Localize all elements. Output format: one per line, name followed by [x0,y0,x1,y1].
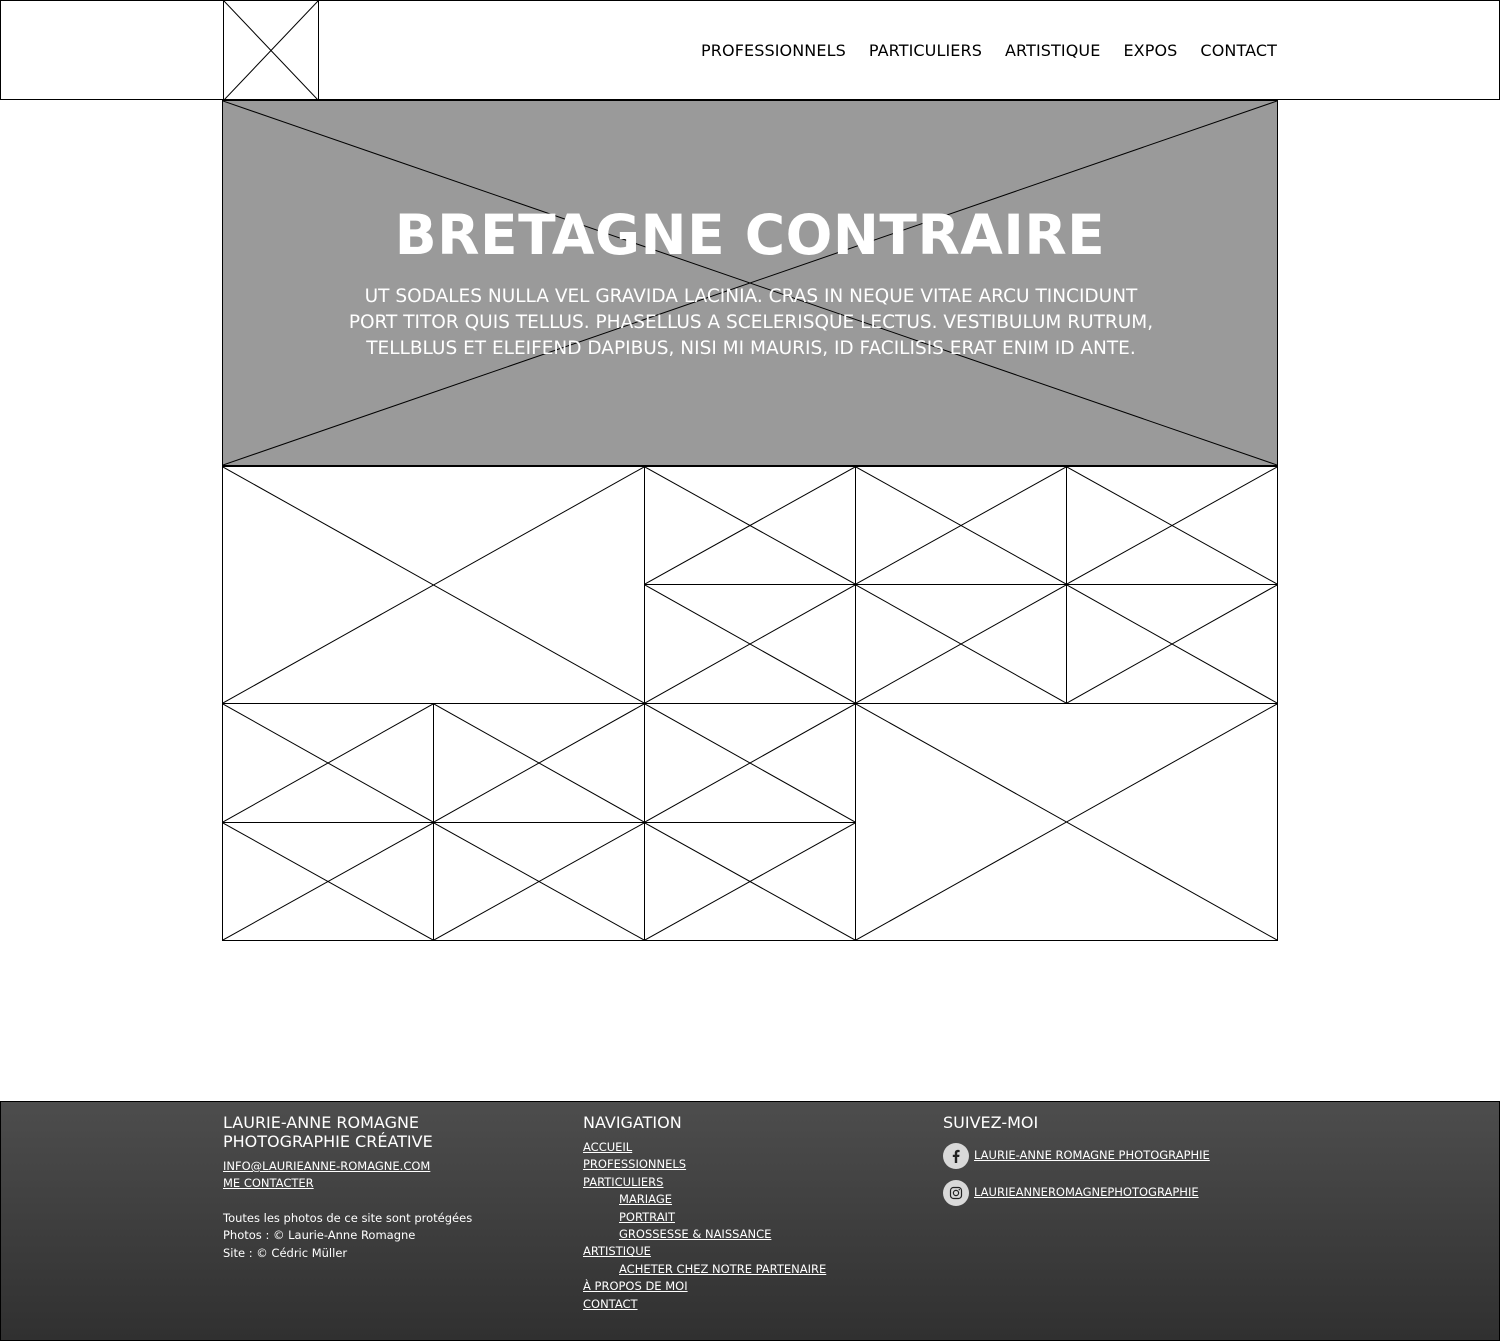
nav-artistique[interactable]: ARTISTIQUE [1005,38,1100,64]
footer-nav-grossesse-naissance[interactable]: GROSSESSE & NAISSANCE [619,1226,826,1243]
footer-navigation: NAVIGATION ACCUEIL PROFESSIONNELS PARTIC… [583,1113,826,1313]
image-placeholder-icon [223,823,433,940]
image-placeholder-icon [434,704,644,822]
image-placeholder-icon [223,704,433,822]
site-footer: LAURIE-ANNE ROMAGNE PHOTOGRAPHIE CRÉATIV… [0,1101,1500,1341]
instagram-link-label[interactable]: LAURIEANNEROMAGNEPHOTOGRAPHIE [974,1184,1199,1201]
image-placeholder-icon [223,467,644,703]
image-placeholder-icon [856,704,1277,940]
hero-text-line: TELLBLUS ET ELEIFEND DAPIBUS, NISI MI MA… [366,338,1136,359]
gallery-photo[interactable] [1066,466,1278,585]
facebook-icon [943,1143,969,1169]
footer-nav-contact[interactable]: CONTACT [583,1296,826,1313]
instagram-icon [943,1180,969,1206]
site-header: PROFESSIONNELS PARTICULIERS ARTISTIQUE E… [0,0,1500,101]
footer-contact-link[interactable]: ME CONTACTER [223,1175,472,1192]
footer-brand-line1: LAURIE-ANNE ROMAGNE [223,1113,420,1132]
gallery-photo[interactable] [433,822,645,941]
image-placeholder-icon [856,467,1066,584]
hero-text: UT SODALES NULLA VEL GRAVIDA LACINIA. CR… [331,284,1171,362]
image-placeholder-icon [1067,585,1277,703]
facebook-link-label[interactable]: LAURIE-ANNE ROMAGNE PHOTOGRAPHIE [974,1147,1210,1164]
footer-nav-artistique[interactable]: ARTISTIQUE [583,1243,826,1260]
image-placeholder-icon [1067,467,1277,584]
image-placeholder-icon [645,823,855,940]
nav-particuliers[interactable]: PARTICULIERS [869,38,982,64]
gallery-photo[interactable] [222,703,434,823]
facebook-link[interactable]: LAURIE-ANNE ROMAGNE PHOTOGRAPHIE [943,1143,1210,1169]
hero-title: BRETAGNE CONTRAIRE [394,203,1106,267]
footer-nav-a-propos[interactable]: À PROPOS DE MOI [583,1278,826,1295]
gallery-photo[interactable] [644,703,856,823]
footer-about: LAURIE-ANNE ROMAGNE PHOTOGRAPHIE CRÉATIV… [223,1113,472,1262]
image-placeholder-icon [434,823,644,940]
logo-placeholder[interactable] [223,1,319,101]
footer-copyright-line: Site : © Cédric Müller [223,1245,348,1260]
image-placeholder-icon [645,585,855,703]
footer-social-title: SUIVEZ-MOI [943,1113,1039,1132]
footer-nav-acheter-partenaire[interactable]: ACHETER CHEZ NOTRE PARTENAIRE [619,1261,826,1278]
image-placeholder-icon [223,101,1277,465]
gallery-photo-large[interactable] [855,703,1278,941]
hero-banner: BRETAGNE CONTRAIRE UT SODALES NULLA VEL … [222,100,1278,466]
nav-contact[interactable]: CONTACT [1200,38,1277,64]
gallery-photo[interactable] [855,584,1067,704]
image-placeholder-icon [856,585,1066,703]
nav-professionnels[interactable]: PROFESSIONNELS [701,38,846,64]
footer-nav-accueil[interactable]: ACCUEIL [583,1139,826,1156]
gallery-photo-large[interactable] [222,466,645,704]
footer-nav-professionnels[interactable]: PROFESSIONNELS [583,1156,826,1173]
footer-social: SUIVEZ-MOI LAURIE-ANNE ROMAGNE PHOTOGRAP… [943,1113,1263,1233]
image-placeholder-icon [645,704,855,822]
image-placeholder-icon [645,467,855,584]
gallery-photo[interactable] [433,703,645,823]
instagram-link[interactable]: LAURIEANNEROMAGNEPHOTOGRAPHIE [943,1180,1199,1206]
hero-text-line: PORT TITOR QUIS TELLUS. PHASELLUS A SCEL… [348,312,1154,333]
footer-nav-portrait[interactable]: PORTRAIT [619,1209,826,1226]
gallery-photo[interactable] [644,822,856,941]
image-placeholder-icon [224,1,318,100]
footer-brand-line2: PHOTOGRAPHIE CRÉATIVE [223,1132,433,1151]
main-nav: PROFESSIONNELS PARTICULIERS ARTISTIQUE E… [701,38,1277,64]
hero-text-line: UT SODALES NULLA VEL GRAVIDA LACINIA. CR… [364,286,1138,307]
footer-copyright-line: Photos : © Laurie-Anne Romagne [223,1228,416,1243]
nav-expos[interactable]: EXPOS [1123,38,1177,64]
footer-email-link[interactable]: INFO@LAURIEANNE-ROMAGNE.COM [223,1158,472,1175]
footer-nav-title: NAVIGATION [583,1113,682,1132]
gallery-photo[interactable] [222,822,434,941]
gallery-photo[interactable] [644,466,856,585]
gallery-photo[interactable] [1066,584,1278,704]
footer-copyright-line: Toutes les photos de ce site sont protég… [223,1210,473,1225]
footer-nav-particuliers[interactable]: PARTICULIERS [583,1174,826,1191]
footer-nav-mariage[interactable]: MARIAGE [619,1191,826,1208]
gallery-photo[interactable] [855,466,1067,585]
gallery-photo[interactable] [644,584,856,704]
